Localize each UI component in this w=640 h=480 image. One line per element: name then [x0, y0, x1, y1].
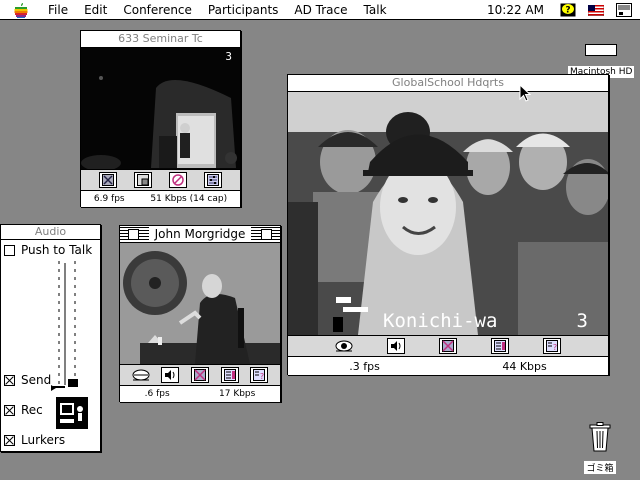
seminar-toolbar	[81, 169, 240, 191]
john-title: John Morgridge	[148, 226, 252, 242]
globalschool-scene	[288, 92, 608, 335]
zoom-box[interactable]	[261, 229, 272, 240]
video-mute-icon[interactable]	[439, 338, 457, 354]
menu-participants[interactable]: Participants	[200, 0, 287, 20]
seminar-kbps: 51 Kbps (14 cap)	[150, 194, 228, 204]
svg-text:?: ?	[260, 372, 264, 381]
speaker-icon[interactable]	[161, 367, 180, 383]
window-globalschool[interactable]: GlobalSchool Hdqrts Konichi-wa 3 ? .3 fp…	[287, 74, 609, 375]
seminar-channel: 3	[225, 50, 232, 63]
lurkers-checkbox[interactable]	[4, 434, 15, 446]
john-kbps: 17 Kbps	[219, 389, 256, 399]
trash-icon[interactable]: ゴミ箱	[583, 422, 617, 475]
window-resize-icon[interactable]	[134, 172, 153, 188]
window-seminar[interactable]: 633 Seminar Tc 3 6.9 fps 51 Kbps (14 cap…	[80, 30, 241, 207]
globalschool-stats: .3 fps 44 Kbps	[288, 357, 608, 375]
audio-panel[interactable]: Audio Push to Talk Send Rec Lurkers	[0, 224, 101, 452]
send-checkbox[interactable]	[4, 374, 15, 386]
video-mute-icon[interactable]	[190, 367, 209, 383]
eye-icon[interactable]	[132, 367, 150, 383]
speaker-icon[interactable]	[387, 338, 405, 354]
send-label: Send	[21, 373, 52, 387]
menu-talk[interactable]: Talk	[356, 0, 395, 20]
menu-edit[interactable]: Edit	[76, 0, 115, 20]
info-list-icon[interactable]	[491, 338, 509, 354]
rec-label: Rec	[21, 403, 43, 417]
john-scene	[120, 243, 280, 364]
globalschool-fps: .3 fps	[349, 359, 380, 373]
apple-icon[interactable]	[12, 2, 30, 18]
push-to-talk-checkbox[interactable]	[4, 244, 15, 256]
seminar-stats: 6.9 fps 51 Kbps (14 cap)	[81, 191, 240, 207]
info-list-icon[interactable]	[220, 367, 239, 383]
audio-device-icon[interactable]	[56, 397, 88, 429]
menu-conference[interactable]: Conference	[115, 0, 200, 20]
svg-text:?: ?	[553, 343, 557, 352]
close-box[interactable]	[128, 229, 139, 240]
menu-ad-trace[interactable]: AD Trace	[286, 0, 355, 20]
audio-title: Audio	[28, 225, 73, 239]
disk-shape	[585, 44, 618, 56]
john-fps: .6 fps	[144, 389, 170, 399]
rec-checkbox[interactable]	[4, 404, 15, 416]
hard-disk-icon[interactable]: Macintosh HD	[568, 44, 635, 78]
seminar-scene	[81, 48, 240, 169]
window-john-morgridge[interactable]: John Morgridge ? .6 fps 17 Kbps	[119, 225, 281, 402]
john-toolbar: ?	[120, 364, 280, 386]
globalschool-video: Konichi-wa 3	[288, 92, 608, 335]
lurkers-label: Lurkers	[21, 433, 66, 447]
menu-bar: File Edit Conference Participants AD Tra…	[0, 0, 640, 20]
help-balloon-icon[interactable]: ?	[560, 3, 576, 17]
audio-level-meter	[51, 261, 78, 391]
globalschool-title: GlobalSchool Hdqrts	[386, 75, 510, 91]
seminar-video: 3	[81, 48, 240, 169]
push-to-talk-row[interactable]: Push to Talk	[4, 243, 92, 257]
trash-label: ゴミ箱	[584, 461, 616, 474]
question-icon[interactable]: ?	[543, 338, 561, 354]
menu-clock[interactable]: 10:22 AM	[487, 3, 544, 17]
john-titlebar[interactable]: John Morgridge	[120, 226, 280, 243]
rec-row[interactable]: Rec	[4, 403, 43, 417]
globalschool-titlebar[interactable]: GlobalSchool Hdqrts	[288, 75, 608, 92]
mouse-cursor-icon	[519, 83, 532, 102]
application-menu-icon[interactable]	[616, 3, 632, 17]
push-to-talk-label: Push to Talk	[21, 243, 93, 257]
stop-icon[interactable]	[168, 172, 187, 188]
john-stats: .6 fps 17 Kbps	[120, 386, 280, 402]
seminar-titlebar[interactable]: 633 Seminar Tc	[81, 31, 240, 48]
eye-icon[interactable]	[335, 338, 353, 354]
seminar-title: 633 Seminar Tc	[112, 31, 209, 47]
send-row[interactable]: Send	[4, 373, 51, 387]
globalschool-toolbar: ?	[288, 335, 608, 357]
audio-titlebar[interactable]: Audio	[1, 225, 100, 240]
svg-text:?: ?	[565, 6, 570, 16]
globalschool-kbps: 44 Kbps	[502, 359, 547, 373]
seminar-fps: 6.9 fps	[93, 194, 125, 204]
settings-sliders-icon[interactable]	[203, 172, 222, 188]
window-select-icon[interactable]	[99, 172, 118, 188]
us-flag-icon[interactable]	[588, 3, 604, 17]
question-icon[interactable]: ?	[250, 367, 269, 383]
menu-file[interactable]: File	[40, 0, 76, 20]
globalschool-overlay-text: Konichi-wa	[383, 310, 498, 332]
globalschool-channel: 3	[576, 310, 588, 332]
john-video	[120, 243, 280, 364]
trash-can-icon	[589, 422, 611, 452]
lurkers-row[interactable]: Lurkers	[4, 433, 65, 447]
